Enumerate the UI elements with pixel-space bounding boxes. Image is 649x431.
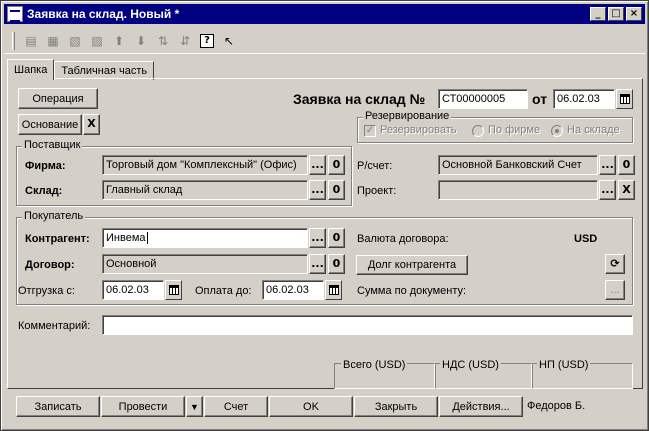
buyer-group-title: Покупатель [22,210,86,222]
by-company-label: По фирме [488,124,541,136]
move-down-icon[interactable]: ⬇ [131,31,151,51]
close-form-button[interactable]: Закрыть [354,396,438,417]
post-menu-button[interactable]: ▼ [186,396,203,417]
document-date-field[interactable]: 06.02.03 [553,89,615,109]
new-row-icon[interactable]: ▤ [21,31,41,51]
by-warehouse-label: На складе [567,124,620,136]
warehouse-select-button[interactable]: ... [309,180,326,200]
counterparty-debt-button[interactable]: Долг контрагента [356,255,468,275]
post-button[interactable]: Провести [101,396,185,417]
invoice-button[interactable]: Счет [204,396,268,417]
basis-button[interactable]: Основание [18,114,82,135]
toolbar-grip[interactable] [12,31,15,50]
add-row-icon[interactable]: ▦ [43,31,63,51]
delete-row-icon[interactable]: ▧ [65,31,85,51]
toolbar: ▤ ▦ ▧ ▨ ⬆ ⬇ ⇅ ⇵ ? ↖ [4,28,645,54]
date-label: от [532,91,548,107]
counterparty-value: Инвема [106,232,146,244]
reserve-label: Резервировать [380,124,457,136]
by-company-radio[interactable] [472,125,484,137]
sort-desc-icon[interactable]: ⇵ [175,31,195,51]
counterparty-select-button[interactable]: ... [309,228,326,248]
total-label: Всего (USD) [341,359,408,371]
counterparty-label: Контрагент: [25,233,90,245]
tab-strip: Шапка Табличная часть [7,59,155,80]
title-bar[interactable]: Заявка на склад. Новый * _ □ × [4,4,645,24]
context-help-icon[interactable]: ↖ [219,31,239,51]
reservation-group-title: Резервирование [363,110,452,122]
payment-date-field[interactable]: 06.02.03 [262,280,324,300]
shipment-calendar-icon[interactable] [165,280,182,300]
account-open-button[interactable]: 0 [618,155,635,175]
by-warehouse-radio[interactable] [551,125,563,137]
basis-clear-button[interactable]: X [83,114,100,135]
move-up-icon[interactable]: ⬆ [109,31,129,51]
sales-tax-label: НП (USD) [537,359,591,371]
edit-row-icon[interactable]: ▨ [87,31,107,51]
save-button[interactable]: Записать [16,396,100,417]
minimize-button[interactable]: _ [590,7,606,21]
document-window: Заявка на склад. Новый * _ □ × ▤ ▦ ▧ ▨ ⬆… [0,0,649,431]
tab-panel-header: Операция Основание X Заявка на склад № С… [7,78,643,389]
doc-sum-button[interactable]: ... [605,280,625,300]
ok-button[interactable]: OK [269,396,353,417]
recalculate-icon[interactable]: ⟳ [605,254,625,274]
project-label: Проект: [357,185,397,197]
document-number-field[interactable]: СТ00000005 [438,89,528,109]
counterparty-field[interactable]: Инвема [102,228,308,248]
sort-asc-icon[interactable]: ⇅ [153,31,173,51]
supplier-group-title: Поставщик [22,139,83,151]
payment-label: Оплата до: [195,285,252,297]
author-label: Федоров Б. [527,400,586,412]
comment-field[interactable] [102,315,633,335]
calendar-icon[interactable] [616,89,633,109]
contract-currency-value: USD [574,233,598,245]
vat-label: НДС (USD) [440,359,501,371]
actions-button[interactable]: Действия... [439,396,523,417]
contract-field[interactable]: Основной [102,254,308,274]
maximize-button[interactable]: □ [608,7,624,21]
close-button[interactable]: × [626,7,642,21]
warehouse-open-button[interactable]: 0 [328,180,345,200]
firm-select-button[interactable]: ... [309,155,326,175]
firm-label: Фирма: [25,160,66,172]
operation-button[interactable]: Операция [18,88,98,109]
comment-label: Комментарий: [18,320,91,332]
document-title: Заявка на склад № [293,91,426,107]
contract-open-button[interactable]: 0 [328,254,345,274]
doc-sum-label: Сумма по документу: [357,285,467,297]
account-select-button[interactable]: ... [599,155,616,175]
window-title: Заявка на склад. Новый * [27,7,180,21]
account-field[interactable]: Основной Банковский Счет [438,155,598,175]
reserve-checkbox[interactable]: ✓ [364,125,376,137]
project-clear-button[interactable]: X [618,180,635,200]
shipment-label: Отгрузка с: [18,285,75,297]
contract-currency-label: Валюта договора: [357,233,449,245]
text-cursor [146,232,148,245]
document-icon [7,6,23,22]
warehouse-field[interactable]: Главный склад [102,180,308,200]
project-field[interactable] [438,180,598,200]
tab-header[interactable]: Шапка [7,59,55,80]
firm-field[interactable]: Торговый дом "Комплексный" (Офис) [102,155,308,175]
shipment-date-field[interactable]: 06.02.03 [102,280,164,300]
contract-label: Договор: [25,259,75,271]
contract-select-button[interactable]: ... [309,254,326,274]
firm-open-button[interactable]: 0 [328,155,345,175]
counterparty-open-button[interactable]: 0 [328,228,345,248]
help-icon[interactable]: ? [197,31,217,51]
project-select-button[interactable]: ... [599,180,616,200]
account-label: Р/счет: [357,160,393,172]
payment-calendar-icon[interactable] [325,280,342,300]
warehouse-label: Склад: [25,185,63,197]
